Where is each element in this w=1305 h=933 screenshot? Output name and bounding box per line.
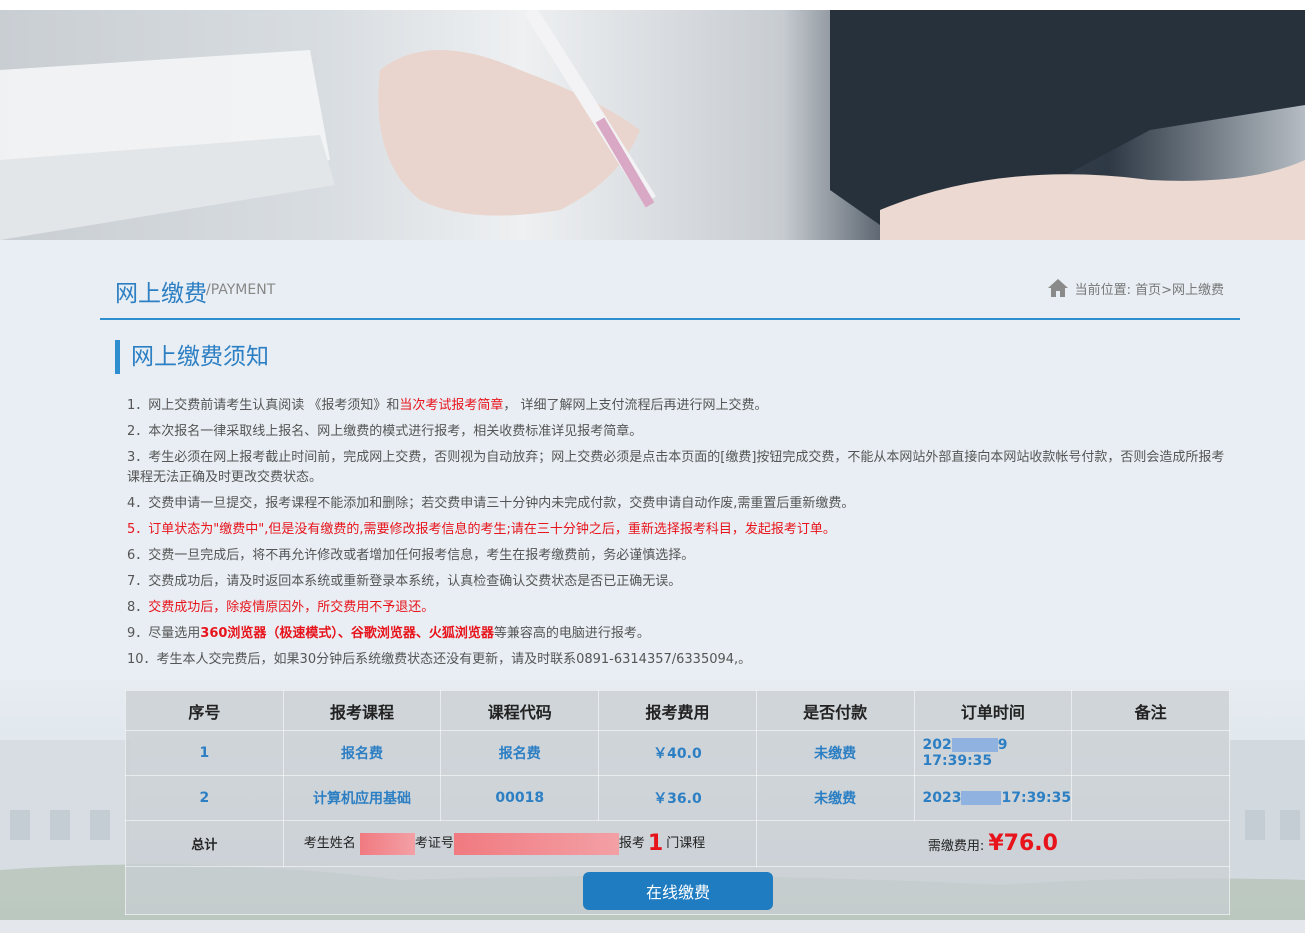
row-order-time: 202 9 17:39:35 <box>913 730 1073 776</box>
column-header: 序号 <box>125 690 284 731</box>
column-header: 报考费用 <box>598 690 757 731</box>
top-strip <box>0 0 1305 10</box>
row-code: 报名费 <box>440 730 600 776</box>
home-icon <box>1047 279 1068 297</box>
total-fee-value: ¥76.0 <box>988 831 1058 856</box>
notice-item: 7．交费成功后，请及时返回本系统或重新登录本系统，认真检查确认交费状态是否已正确… <box>127 574 682 589</box>
row-course: 报名费 <box>282 730 442 776</box>
exam-guide-link[interactable]: 当次考试报考简章 <box>399 398 503 413</box>
notice-item: 10．考生本人交完费后，如果30分钟后系统缴费状态还没有更新，请及时联系0891… <box>127 652 752 667</box>
breadcrumb: 当前位置: 首页>网上缴费 <box>1047 278 1224 298</box>
total-label: 总计 <box>125 820 284 867</box>
table-row: 2 计算机应用基础 00018 ￥36.0 未缴费 2023 17:39:35 <box>125 775 1230 821</box>
table-row: 1 报名费 报名费 ￥40.0 未缴费 202 9 17:39:35 <box>125 730 1230 776</box>
row-fee: ￥40.0 <box>598 730 757 776</box>
course-count: 1 <box>647 831 664 856</box>
column-header: 课程代码 <box>440 690 600 731</box>
column-header: 备注 <box>1071 690 1230 731</box>
notice-item: 4．交费申请一旦提交，报考课程不能添加和删除；若交费申请三十分钟内未完成付款，交… <box>127 496 855 511</box>
row-number: 1 <box>125 730 284 776</box>
row-course: 计算机应用基础 <box>282 775 442 821</box>
page-title: 网上缴费 <box>115 281 207 307</box>
notice-item: 2．本次报名一律采取线上报名、网上缴费的模式进行报考，相关收费标准详见报考简章。 <box>127 424 643 439</box>
notice-item: 9．尽量选用360浏览器（极速模式）、谷歌浏览器、火狐浏览器等兼容高的电脑进行报… <box>127 626 650 641</box>
row-note <box>1071 775 1230 821</box>
row-fee: ￥36.0 <box>598 775 757 821</box>
table-header-row: 序号 报考课程 课程代码 报考费用 是否付款 订单时间 备注 <box>125 690 1230 731</box>
banner-image <box>0 10 1305 240</box>
row-order-time: 2023 17:39:35 <box>913 775 1073 821</box>
notice-item: 6．交费一旦完成后，将不再允许修改或者增加任何报考信息，考生在报考缴费前，务必谨… <box>127 548 695 563</box>
notice-item: 3．考生必须在网上报考截止时间前，完成网上交费，否则视为自动放弃；网上交费必须是… <box>127 450 1225 485</box>
notice-item: 8．交费成功后，除疫情原因外，所交费用不予退还。 <box>127 600 435 615</box>
page-subtitle: /PAYMENT <box>206 282 276 298</box>
column-header: 报考课程 <box>282 690 442 731</box>
breadcrumb-text[interactable]: 当前位置: 首页>网上缴费 <box>1075 279 1224 298</box>
total-row: 总计 考生姓名 考证号 报考 1 门课程 需缴费用: ¥76.0 <box>125 820 1231 867</box>
notice-list: 1．网上交费前请考生认真阅读 《报考须知》和当次考试报考简章， 详细了解网上支付… <box>127 393 1227 673</box>
row-number: 2 <box>125 775 284 821</box>
total-fee: 需缴费用: ¥76.0 <box>755 820 1231 867</box>
total-candidate-info: 考生姓名 考证号 报考 1 门课程 <box>282 820 757 867</box>
row-paid-status: 未缴费 <box>755 730 915 776</box>
column-header: 是否付款 <box>755 690 915 731</box>
redacted-date <box>961 791 1002 805</box>
notice-item: 5．订单状态为"缴费中",但是没有缴费的,需要修改报考信息的考生;请在三十分钟之… <box>127 522 836 537</box>
page-header: 网上缴费 /PAYMENT 当前位置: 首页>网上缴费 <box>100 268 1240 320</box>
row-code: 00018 <box>440 775 600 821</box>
notice-item: 1．网上交费前请考生认真阅读 《报考须知》和当次考试报考简章， 详细了解网上支付… <box>127 398 768 413</box>
row-paid-status: 未缴费 <box>755 775 915 821</box>
redacted-name <box>359 832 415 855</box>
column-header: 订单时间 <box>913 690 1073 731</box>
online-pay-button[interactable]: 在线缴费 <box>583 872 773 910</box>
notice-title: 网上缴费须知 <box>115 340 269 374</box>
redacted-id <box>453 832 619 855</box>
row-note <box>1071 730 1230 776</box>
redacted-date <box>951 738 998 752</box>
